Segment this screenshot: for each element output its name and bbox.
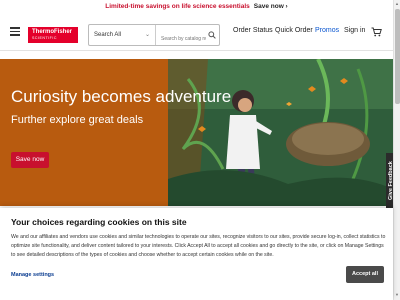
search-category-select[interactable]: Search All ⌄ [89, 25, 156, 45]
scroll-down-arrow-icon[interactable]: ▼ [395, 292, 399, 297]
chevron-down-icon: ⌄ [144, 32, 150, 38]
logo-text: ThermoFisher [32, 29, 73, 35]
hero-banner: Curiosity becomes adventure Further expl… [0, 59, 393, 206]
cookie-description: We and our affiliates and vendors use co… [11, 234, 386, 258]
promo-bar: Limited-time savings on life science ess… [0, 0, 393, 13]
search-bar: Search All ⌄ [88, 24, 220, 46]
scroll-thumb[interactable] [395, 9, 400, 104]
scroll-up-arrow-icon[interactable]: ▲ [395, 1, 399, 6]
nav-order-status[interactable]: Order Status [233, 27, 273, 34]
site-header: ThermoFisher SCIENTIFIC Search All ⌄ Ord… [0, 13, 393, 51]
cart-icon[interactable] [371, 27, 382, 37]
search-button[interactable] [206, 26, 218, 44]
hero-orange-panel [0, 59, 168, 206]
manage-settings-link[interactable]: Manage settings [11, 272, 54, 278]
menu-icon[interactable] [10, 27, 20, 36]
search-input[interactable] [156, 25, 206, 45]
nav-sign-in[interactable]: Sign in [344, 27, 365, 34]
hero-illustration [168, 59, 393, 206]
hero-title: Curiosity becomes adventure [11, 87, 232, 106]
thermofisher-logo[interactable]: ThermoFisher SCIENTIFIC [28, 27, 78, 43]
cookie-title: Your choices regarding cookies on this s… [11, 217, 187, 227]
hero-save-now-button[interactable]: Save now [11, 152, 49, 168]
hero-subtitle: Further explore great deals [11, 114, 144, 126]
logo-subtext: SCIENTIFIC [32, 36, 57, 40]
promo-save-now-link[interactable]: Save now › [254, 3, 288, 10]
nav-promos[interactable]: Promos [315, 27, 339, 34]
search-category-label: Search All [94, 32, 122, 38]
search-icon [208, 31, 216, 39]
nav-quick-order[interactable]: Quick Order [275, 27, 313, 34]
accept-all-button[interactable]: Accept all [346, 266, 384, 283]
page-scrollbar[interactable]: ▲ ▼ [393, 0, 400, 300]
cookie-consent-banner: Your choices regarding cookies on this s… [0, 208, 393, 300]
promo-text: Limited-time savings on life science ess… [105, 3, 250, 10]
